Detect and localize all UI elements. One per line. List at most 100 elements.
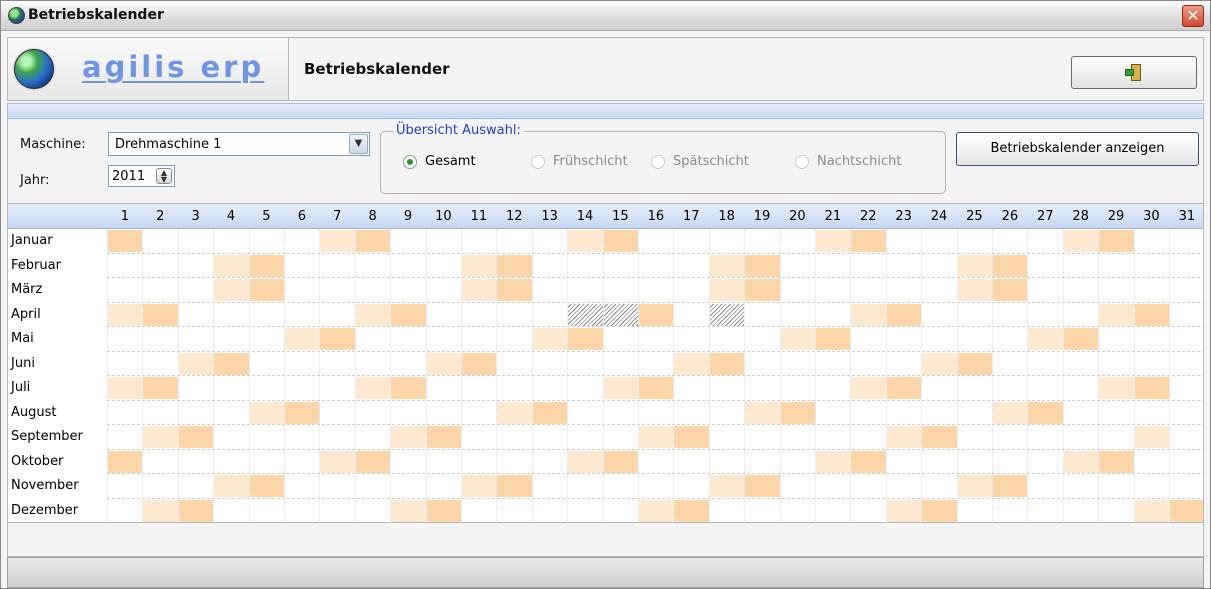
sunday-cell[interactable] xyxy=(355,230,391,252)
saturday-cell[interactable] xyxy=(1099,377,1134,399)
sunday-cell[interactable] xyxy=(993,254,1028,277)
sunday-cell[interactable] xyxy=(355,450,391,473)
sunday-cell[interactable] xyxy=(922,426,957,448)
sunday-cell[interactable] xyxy=(1099,230,1134,252)
sunday-cell[interactable] xyxy=(1170,499,1203,522)
close-button[interactable]: ✕ xyxy=(1182,5,1204,27)
saturday-cell[interactable] xyxy=(709,475,745,497)
sunday-cell[interactable] xyxy=(462,352,497,375)
sunday-cell[interactable] xyxy=(108,230,143,252)
chevron-down-icon[interactable]: ▼ xyxy=(349,134,368,154)
sunday-cell[interactable] xyxy=(249,475,284,497)
saturday-cell[interactable] xyxy=(568,230,603,252)
sunday-cell[interactable] xyxy=(532,401,568,424)
sunday-cell[interactable] xyxy=(426,426,461,448)
saturday-cell[interactable] xyxy=(320,230,355,252)
saturday-cell[interactable] xyxy=(816,450,851,473)
saturday-cell[interactable] xyxy=(214,254,249,277)
sunday-cell[interactable] xyxy=(426,499,461,522)
sunday-cell[interactable] xyxy=(214,352,249,375)
sunday-cell[interactable] xyxy=(639,303,674,326)
sunday-cell[interactable] xyxy=(1134,377,1169,399)
saturday-cell[interactable] xyxy=(462,279,497,301)
saturday-cell[interactable] xyxy=(957,279,992,301)
saturday-cell[interactable] xyxy=(143,426,178,448)
exit-button[interactable] xyxy=(1071,56,1197,89)
saturday-cell[interactable] xyxy=(285,328,320,350)
sunday-cell[interactable] xyxy=(497,254,532,277)
saturday-cell[interactable] xyxy=(780,328,815,350)
saturday-cell[interactable] xyxy=(497,401,532,424)
holiday-cell[interactable] xyxy=(709,303,745,326)
saturday-cell[interactable] xyxy=(1063,450,1099,473)
saturday-cell[interactable] xyxy=(320,450,355,473)
saturday-cell[interactable] xyxy=(143,499,178,522)
sunday-cell[interactable] xyxy=(285,401,320,424)
saturday-cell[interactable] xyxy=(674,352,709,375)
sunday-cell[interactable] xyxy=(391,377,426,399)
sunday-cell[interactable] xyxy=(603,450,638,473)
saturday-cell[interactable] xyxy=(1063,230,1099,252)
saturday-cell[interactable] xyxy=(355,377,391,399)
sunday-cell[interactable] xyxy=(957,352,992,375)
sunday-cell[interactable] xyxy=(178,426,214,448)
saturday-cell[interactable] xyxy=(1134,426,1169,448)
spin-updown-icon[interactable]: ▲ ▼ xyxy=(156,168,172,184)
maschine-combobox[interactable]: Drehmaschine 1 ▼ xyxy=(108,132,370,156)
sunday-cell[interactable] xyxy=(143,303,178,326)
saturday-cell[interactable] xyxy=(922,352,957,375)
sunday-cell[interactable] xyxy=(851,230,886,252)
sunday-cell[interactable] xyxy=(816,328,851,350)
saturday-cell[interactable] xyxy=(639,499,674,522)
saturday-cell[interactable] xyxy=(709,279,745,301)
sunday-cell[interactable] xyxy=(497,279,532,301)
saturday-cell[interactable] xyxy=(886,426,922,448)
sunday-cell[interactable] xyxy=(993,279,1028,301)
sunday-cell[interactable] xyxy=(568,328,603,350)
saturday-cell[interactable] xyxy=(816,230,851,252)
sunday-cell[interactable] xyxy=(745,279,780,301)
saturday-cell[interactable] xyxy=(249,401,284,424)
jahr-spinner[interactable]: 2011 ▲ ▼ xyxy=(108,165,175,187)
saturday-cell[interactable] xyxy=(568,450,603,473)
sunday-cell[interactable] xyxy=(639,377,674,399)
sunday-cell[interactable] xyxy=(922,499,957,522)
sunday-cell[interactable] xyxy=(391,303,426,326)
saturday-cell[interactable] xyxy=(391,499,426,522)
sunday-cell[interactable] xyxy=(886,303,922,326)
sunday-cell[interactable] xyxy=(1028,401,1063,424)
sunday-cell[interactable] xyxy=(851,450,886,473)
sunday-cell[interactable] xyxy=(993,475,1028,497)
saturday-cell[interactable] xyxy=(1028,328,1063,350)
saturday-cell[interactable] xyxy=(178,352,214,375)
saturday-cell[interactable] xyxy=(214,279,249,301)
saturday-cell[interactable] xyxy=(993,401,1028,424)
sunday-cell[interactable] xyxy=(108,450,143,473)
saturday-cell[interactable] xyxy=(745,401,780,424)
saturday-cell[interactable] xyxy=(462,254,497,277)
sunday-cell[interactable] xyxy=(603,230,638,252)
saturday-cell[interactable] xyxy=(957,254,992,277)
sunday-cell[interactable] xyxy=(674,426,709,448)
saturday-cell[interactable] xyxy=(355,303,391,326)
saturday-cell[interactable] xyxy=(1134,499,1169,522)
sunday-cell[interactable] xyxy=(1063,328,1099,350)
saturday-cell[interactable] xyxy=(214,475,249,497)
sunday-cell[interactable] xyxy=(780,401,815,424)
saturday-cell[interactable] xyxy=(851,303,886,326)
sunday-cell[interactable] xyxy=(497,475,532,497)
holiday-cell[interactable] xyxy=(568,303,603,326)
saturday-cell[interactable] xyxy=(639,426,674,448)
saturday-cell[interactable] xyxy=(108,303,143,326)
saturday-cell[interactable] xyxy=(391,426,426,448)
holiday-cell[interactable] xyxy=(603,303,638,326)
sunday-cell[interactable] xyxy=(143,377,178,399)
saturday-cell[interactable] xyxy=(709,254,745,277)
saturday-cell[interactable] xyxy=(462,475,497,497)
saturday-cell[interactable] xyxy=(957,475,992,497)
sunday-cell[interactable] xyxy=(674,499,709,522)
saturday-cell[interactable] xyxy=(426,352,461,375)
saturday-cell[interactable] xyxy=(108,377,143,399)
sunday-cell[interactable] xyxy=(745,254,780,277)
sunday-cell[interactable] xyxy=(709,352,745,375)
